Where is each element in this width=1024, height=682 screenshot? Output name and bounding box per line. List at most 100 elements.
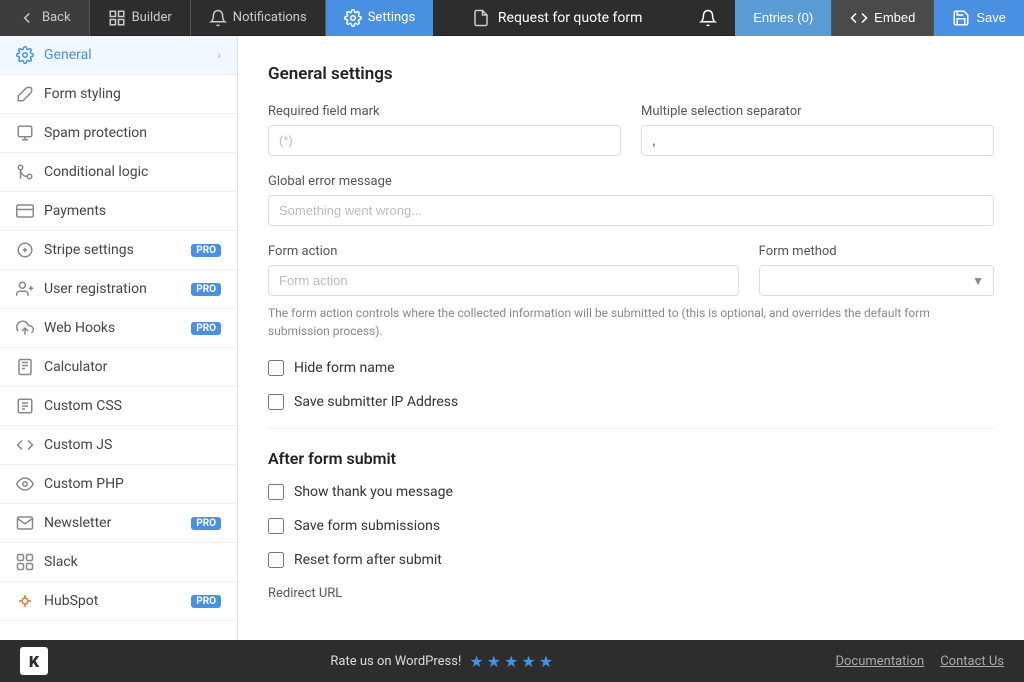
nav-right-actions: Entries (0) Embed Save [681, 0, 1024, 36]
upload-icon [16, 319, 34, 337]
sidebar-item-newsletter[interactable]: Newsletter PRO [0, 504, 237, 543]
required-field-mark-label: Required field mark [268, 104, 621, 119]
form-action-label: Form action [268, 244, 739, 259]
save-ip-label: Save submitter IP Address [294, 394, 458, 410]
save-label: Save [976, 10, 1006, 25]
documentation-link[interactable]: Documentation [835, 654, 924, 669]
embed-label: Embed [874, 10, 915, 25]
redirect-url-label: Redirect URL [268, 586, 994, 601]
form-method-select[interactable]: GET POST [759, 265, 994, 296]
after-submit-title: After form submit [268, 449, 994, 468]
row-required-separator: Required field mark Multiple selection s… [268, 104, 994, 156]
reset-form-row[interactable]: Reset form after submit [268, 552, 994, 568]
save-icon [952, 9, 970, 27]
chevron-right-icon: › [217, 48, 221, 62]
save-submissions-label: Save form submissions [294, 518, 440, 534]
hide-form-name-row[interactable]: Hide form name [268, 360, 994, 376]
embed-button[interactable]: Embed [832, 0, 933, 36]
save-button[interactable]: Save [934, 0, 1024, 36]
builder-tab[interactable]: Builder [90, 0, 190, 36]
show-thank-you-label: Show thank you message [294, 484, 453, 500]
form-action-group: Form action [268, 244, 739, 296]
builder-icon [108, 9, 126, 27]
form-action-input[interactable] [268, 265, 739, 296]
form-title: Request for quote form [498, 10, 643, 26]
custom-css-label: Custom CSS [44, 398, 221, 414]
stripe-settings-label: Stripe settings [44, 242, 177, 258]
sidebar-item-slack[interactable]: Slack [0, 543, 237, 582]
sidebar-item-calculator[interactable]: Calculator [0, 348, 237, 387]
save-submissions-row[interactable]: Save form submissions [268, 518, 994, 534]
multiple-selection-separator-group: Multiple selection separator [641, 104, 994, 156]
entries-button[interactable]: Entries (0) [735, 0, 831, 36]
calculator-icon [16, 358, 34, 376]
notifications-tab[interactable]: Notifications [191, 0, 325, 36]
reset-form-checkbox[interactable] [268, 552, 284, 568]
multiple-selection-separator-input[interactable] [641, 125, 994, 156]
back-icon [18, 9, 36, 27]
custom-php-label: Custom PHP [44, 476, 221, 492]
required-field-mark-input[interactable] [268, 125, 621, 156]
save-ip-checkbox[interactable] [268, 394, 284, 410]
star-rating: ★ ★ ★ ★ ★ [469, 652, 553, 671]
spam-protection-label: Spam protection [44, 125, 221, 141]
required-field-mark-group: Required field mark [268, 104, 621, 156]
credit-card-icon [16, 202, 34, 220]
sidebar-item-general[interactable]: General › [0, 36, 237, 75]
sidebar-item-custom-php[interactable]: Custom PHP [0, 465, 237, 504]
star-2: ★ [487, 652, 501, 671]
js-icon [16, 436, 34, 454]
hide-form-name-checkbox[interactable] [268, 360, 284, 376]
global-error-message-input[interactable] [268, 195, 994, 226]
user-registration-pro-badge: PRO [191, 283, 221, 296]
settings-label: Settings [368, 10, 415, 25]
top-navigation: Back Builder Notifications Settings Requ… [0, 0, 1024, 36]
conditional-logic-label: Conditional logic [44, 164, 221, 180]
contact-link[interactable]: Contact Us [940, 654, 1004, 669]
builder-label: Builder [132, 10, 172, 25]
reset-form-label: Reset form after submit [294, 552, 442, 568]
row-form-action-method: Form action Form method GET POST ▼ [268, 244, 994, 296]
sidebar-item-spam-protection[interactable]: Spam protection [0, 114, 237, 153]
sidebar-item-web-hooks[interactable]: Web Hooks PRO [0, 309, 237, 348]
footer-logo: K [20, 647, 48, 675]
form-method-label: Form method [759, 244, 994, 259]
notifications-label: Notifications [233, 10, 307, 25]
slack-label: Slack [44, 554, 221, 570]
form-method-group: Form method GET POST ▼ [759, 244, 994, 296]
sidebar-item-conditional-logic[interactable]: Conditional logic [0, 153, 237, 192]
star-1: ★ [469, 652, 483, 671]
sidebar-item-stripe-settings[interactable]: Stripe settings PRO [0, 231, 237, 270]
show-thank-you-checkbox[interactable] [268, 484, 284, 500]
notifications-icon [209, 9, 227, 27]
web-hooks-pro-badge: PRO [191, 322, 221, 335]
show-thank-you-row[interactable]: Show thank you message [268, 484, 994, 500]
sidebar: General › Form styling Spam protection C… [0, 36, 238, 640]
save-submissions-checkbox[interactable] [268, 518, 284, 534]
form-action-hint: The form action controls where the colle… [268, 304, 994, 340]
settings-icon [344, 9, 362, 27]
footer-center: Rate us on WordPress! ★ ★ ★ ★ ★ [330, 652, 553, 671]
sidebar-item-custom-js[interactable]: Custom JS [0, 426, 237, 465]
logic-icon [16, 163, 34, 181]
save-ip-row[interactable]: Save submitter IP Address [268, 394, 994, 410]
footer: K Rate us on WordPress! ★ ★ ★ ★ ★ Docume… [0, 640, 1024, 682]
bell-icon-button[interactable] [681, 0, 735, 36]
calculator-label: Calculator [44, 359, 221, 375]
sidebar-item-user-registration[interactable]: User registration PRO [0, 270, 237, 309]
web-hooks-label: Web Hooks [44, 320, 177, 336]
mail-icon [16, 514, 34, 532]
sidebar-item-form-styling[interactable]: Form styling [0, 75, 237, 114]
sidebar-item-custom-css[interactable]: Custom CSS [0, 387, 237, 426]
stripe-pro-badge: PRO [191, 244, 221, 257]
sidebar-item-payments[interactable]: Payments [0, 192, 237, 231]
gear-icon [16, 46, 34, 64]
sidebar-item-hubspot[interactable]: HubSpot PRO [0, 582, 237, 621]
main-layout: General › Form styling Spam protection C… [0, 36, 1024, 640]
php-icon [16, 475, 34, 493]
settings-tab[interactable]: Settings [326, 0, 433, 36]
back-button[interactable]: Back [0, 0, 89, 36]
form-method-select-wrapper: GET POST ▼ [759, 265, 994, 296]
user-plus-icon [16, 280, 34, 298]
general-label: General [44, 47, 207, 63]
